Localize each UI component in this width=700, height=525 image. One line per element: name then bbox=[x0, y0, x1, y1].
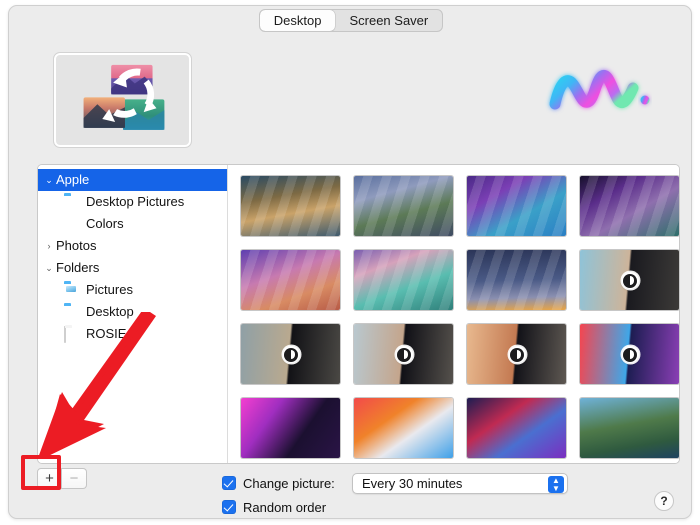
wallpaper-thumbnail-big-sur-dunes-dawn[interactable] bbox=[241, 250, 340, 310]
wallpaper-thumbnail-canyon-rock-split[interactable] bbox=[241, 324, 340, 384]
wallpaper-slice-overlay bbox=[241, 176, 340, 236]
sidebar-item-rosie[interactable]: ROSIE bbox=[38, 323, 227, 345]
wallpaper-art bbox=[580, 398, 679, 458]
sidebar-item-desktop[interactable]: Desktop bbox=[38, 301, 227, 323]
tab-screen-saver[interactable]: Screen Saver bbox=[335, 10, 442, 31]
chevron-down-icon[interactable]: ⌄ bbox=[42, 175, 56, 186]
sidebar-item-desktop-pictures[interactable]: Desktop Pictures bbox=[38, 191, 227, 213]
wallpaper-slice-overlay bbox=[241, 250, 340, 310]
wallpaper-thumbnail-desert-cliff-split[interactable] bbox=[354, 324, 453, 384]
dynamic-desktop-badge bbox=[621, 272, 639, 289]
wallpaper-art bbox=[354, 398, 453, 458]
chevron-down-icon[interactable]: ⌄ bbox=[42, 263, 56, 274]
wallpaper-slice-overlay bbox=[354, 176, 453, 236]
wallpaper-art bbox=[467, 398, 566, 458]
source-and-wallpaper-panel: ⌄ Apple Desktop Pictures Colors › Photos bbox=[37, 164, 680, 464]
dynamic-desktop-badge bbox=[282, 346, 300, 363]
wallpaper-thumbnail-big-sur-canyon-night[interactable] bbox=[580, 176, 679, 236]
wallpaper-thumbnail-catalina-island[interactable] bbox=[354, 176, 453, 236]
desktop-screensaver-preferences-window: Desktop Screen Saver ⌄ Apple Desktop Pic… bbox=[8, 5, 692, 519]
sidebar-item-label: Apple bbox=[56, 172, 90, 187]
wallpaper-thumbnail-big-sur-graphic-day[interactable] bbox=[241, 176, 340, 236]
color-wheel-icon bbox=[64, 217, 81, 231]
random-order-label: Random order bbox=[243, 499, 327, 515]
rotating-wallpaper-icon bbox=[83, 64, 165, 130]
folder-icon bbox=[64, 195, 81, 209]
options-area: Change picture: Every 30 minutes ▲ ▼ Rand… bbox=[222, 471, 642, 518]
wallpaper-thumbnail-big-sur-coast-purple[interactable] bbox=[467, 176, 566, 236]
random-order-checkbox[interactable] bbox=[222, 500, 236, 514]
dynamic-desktop-badge bbox=[621, 346, 639, 363]
sidebar-item-pictures[interactable]: Pictures bbox=[38, 279, 227, 301]
add-folder-button[interactable]: + bbox=[37, 468, 62, 489]
tab-bar: Desktop Screen Saver bbox=[9, 9, 691, 32]
dynamic-desktop-badge bbox=[395, 346, 413, 363]
wallpaper-slice-overlay bbox=[580, 176, 679, 236]
sidebar-item-label: Colors bbox=[86, 216, 124, 231]
change-picture-label: Change picture: bbox=[243, 475, 335, 491]
sidebar-item-label: Pictures bbox=[86, 282, 133, 297]
dynamic-desktop-badge bbox=[508, 346, 526, 363]
change-picture-interval-popup[interactable]: Every 30 minutes ▲ ▼ bbox=[352, 473, 568, 494]
wallpaper-thumbnail-big-sur-gradient-dusk[interactable] bbox=[467, 250, 566, 310]
wallpaper-thumbnail-white-sands-split[interactable] bbox=[580, 250, 679, 310]
wallpaper-slice-overlay bbox=[354, 250, 453, 310]
wallpaper-thumbnail-red-rock-sunset-split[interactable] bbox=[467, 324, 566, 384]
macos-monterey-logo bbox=[549, 69, 650, 110]
sidebar-item-apple[interactable]: ⌄ Apple bbox=[38, 169, 227, 191]
wallpaper-thumbnail-big-sur-light[interactable] bbox=[354, 398, 453, 458]
source-add-remove-group: + − bbox=[37, 468, 87, 489]
wallpaper-thumbnail-monterey-swirl-dark[interactable] bbox=[241, 398, 340, 458]
sidebar-item-colors[interactable]: Colors bbox=[38, 213, 227, 235]
wallpaper-slice-overlay bbox=[467, 250, 566, 310]
chevron-right-icon[interactable]: › bbox=[42, 241, 56, 251]
wallpaper-thumbnail-big-sur-dark[interactable] bbox=[467, 398, 566, 458]
wallpaper-slice-overlay bbox=[467, 176, 566, 236]
sidebar-item-label: ROSIE bbox=[86, 326, 127, 341]
remove-folder-button[interactable]: − bbox=[62, 468, 87, 489]
change-picture-checkbox[interactable] bbox=[222, 476, 236, 490]
change-picture-interval-value: Every 30 minutes bbox=[362, 476, 463, 491]
sidebar-item-label: Folders bbox=[56, 260, 100, 275]
sidebar-item-label: Desktop Pictures bbox=[86, 194, 185, 209]
segmented-control[interactable]: Desktop Screen Saver bbox=[258, 9, 444, 32]
folder-icon bbox=[64, 305, 81, 319]
wallpaper-thumbnail-big-sur-cypress-cove[interactable] bbox=[354, 250, 453, 310]
desktop-preview[interactable] bbox=[53, 52, 192, 148]
sidebar-item-label: Desktop bbox=[86, 304, 134, 319]
screenshot-root: Desktop Screen Saver ⌄ Apple Desktop Pic… bbox=[0, 0, 700, 525]
help-button[interactable]: ? bbox=[654, 491, 674, 511]
source-list-sidebar[interactable]: ⌄ Apple Desktop Pictures Colors › Photos bbox=[38, 165, 228, 463]
wallpaper-thumbnail-big-sur-waves-split[interactable] bbox=[580, 324, 679, 384]
wallpaper-thumbnail-catalina-aerial[interactable] bbox=[580, 398, 679, 458]
sidebar-item-photos[interactable]: › Photos bbox=[38, 235, 227, 257]
wallpaper-grid bbox=[228, 165, 679, 458]
sidebar-item-folders[interactable]: ⌄ Folders bbox=[38, 257, 227, 279]
change-picture-row: Change picture: Every 30 minutes ▲ ▼ bbox=[222, 471, 642, 495]
chevron-updown-icon[interactable]: ▲ ▼ bbox=[548, 476, 564, 493]
wallpaper-grid-scroll-area[interactable] bbox=[228, 165, 679, 463]
random-order-row: Random order bbox=[222, 495, 642, 518]
empty-folder-icon bbox=[64, 326, 81, 343]
pictures-folder-icon bbox=[64, 283, 81, 297]
wallpaper-art bbox=[241, 398, 340, 458]
sidebar-item-label: Photos bbox=[56, 238, 97, 253]
tab-desktop[interactable]: Desktop bbox=[259, 10, 336, 31]
